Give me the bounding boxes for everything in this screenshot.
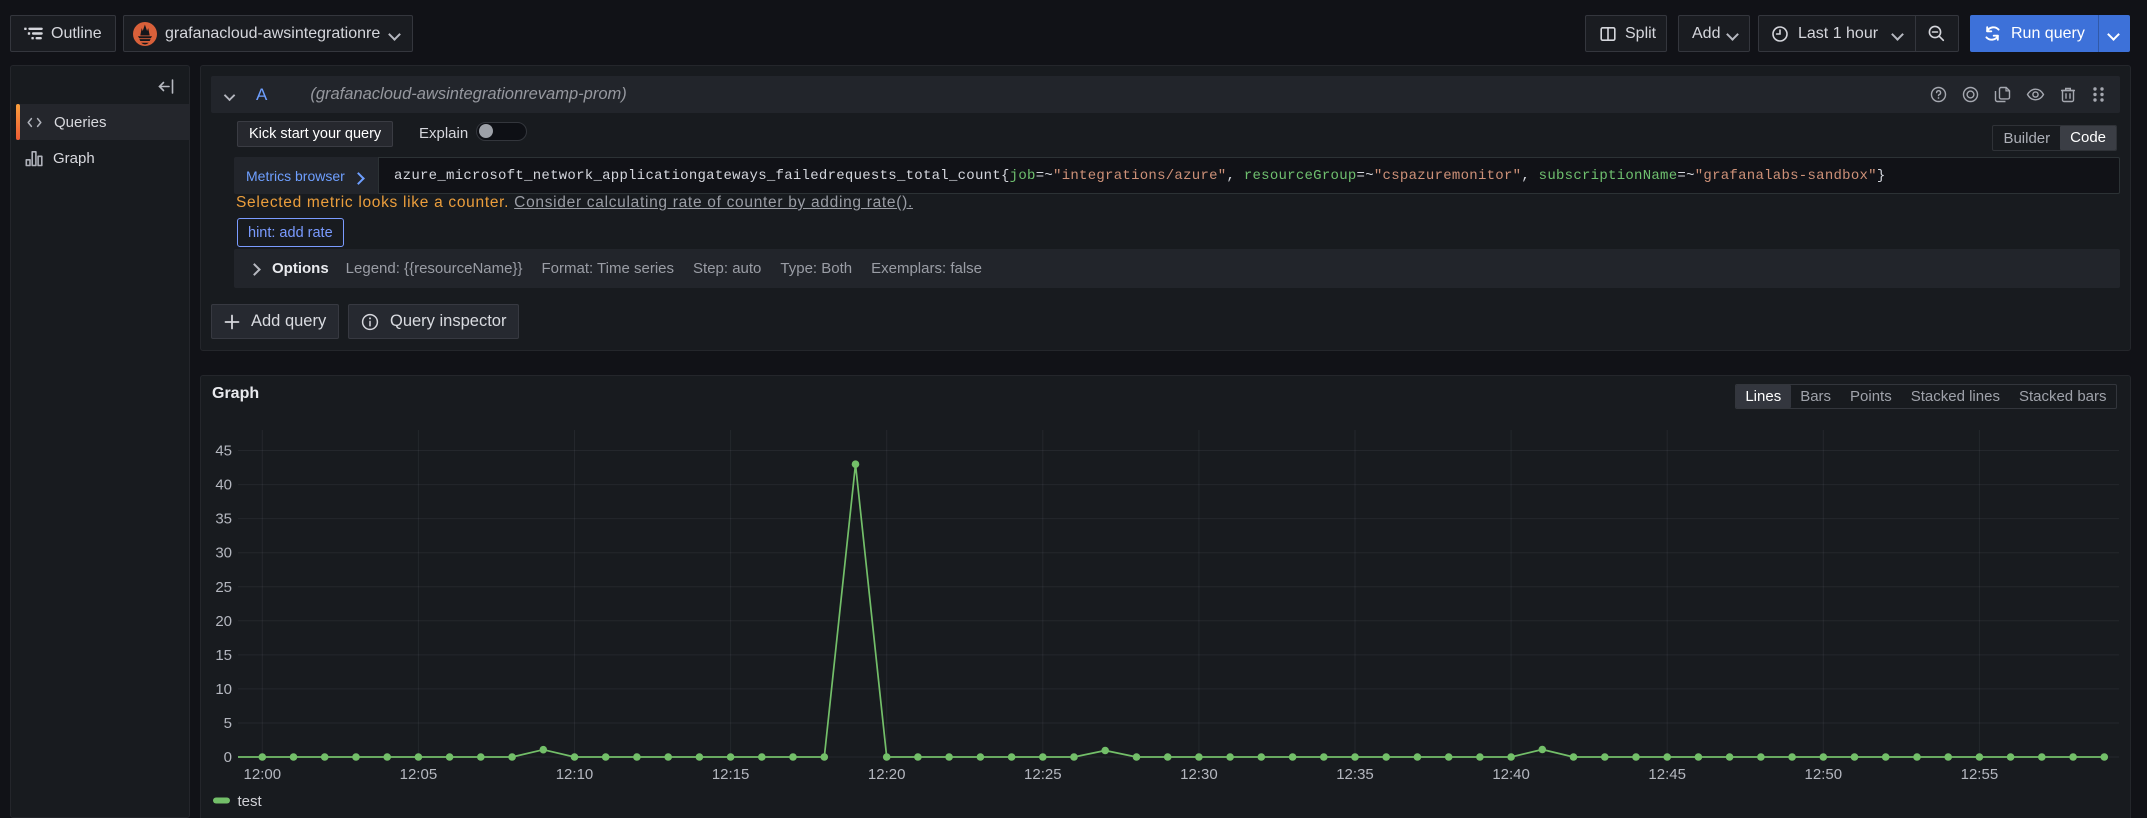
svg-text:30: 30 bbox=[215, 545, 232, 562]
svg-text:12:35: 12:35 bbox=[1336, 766, 1374, 783]
svg-text:45: 45 bbox=[215, 443, 232, 460]
svg-text:12:05: 12:05 bbox=[400, 766, 438, 783]
svg-text:12:50: 12:50 bbox=[1805, 766, 1843, 783]
svg-text:12:15: 12:15 bbox=[712, 766, 750, 783]
svg-text:35: 35 bbox=[215, 511, 232, 528]
svg-text:12:10: 12:10 bbox=[556, 766, 594, 783]
svg-text:12:40: 12:40 bbox=[1492, 766, 1530, 783]
svg-text:20: 20 bbox=[215, 613, 232, 630]
svg-text:12:30: 12:30 bbox=[1180, 766, 1218, 783]
svg-text:12:55: 12:55 bbox=[1961, 766, 1999, 783]
svg-text:0: 0 bbox=[224, 749, 232, 766]
svg-text:25: 25 bbox=[215, 579, 232, 596]
svg-text:12:45: 12:45 bbox=[1648, 766, 1686, 783]
svg-text:5: 5 bbox=[224, 715, 232, 732]
svg-text:12:25: 12:25 bbox=[1024, 766, 1062, 783]
svg-text:40: 40 bbox=[215, 477, 232, 494]
svg-text:10: 10 bbox=[215, 681, 232, 698]
svg-text:15: 15 bbox=[215, 647, 232, 664]
svg-text:12:00: 12:00 bbox=[244, 766, 282, 783]
svg-text:test: test bbox=[238, 793, 263, 810]
svg-text:12:20: 12:20 bbox=[868, 766, 906, 783]
